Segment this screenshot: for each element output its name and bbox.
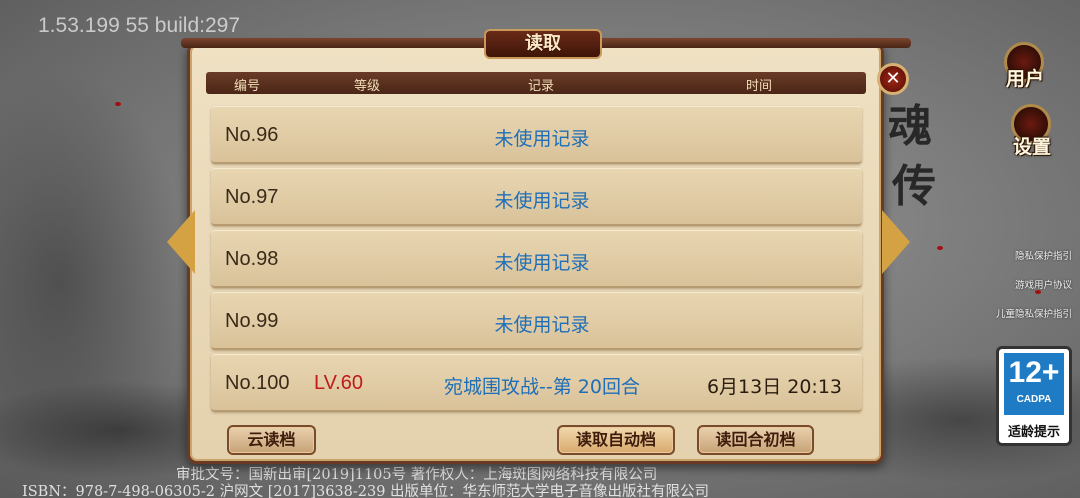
slot-time: 6月13日 20:13 [706,376,842,398]
slot-record: 未使用记录 [494,314,590,336]
save-slot-row[interactable]: No.97 未使用记录 [211,168,862,226]
slot-id: No.100 [225,372,290,394]
load-autosave-button[interactable]: 读取自动档 [557,425,675,455]
settings-label: 设置 [1012,136,1051,158]
blossom-decoration [937,246,943,250]
footer-isbn-text: ISBN：978-7-498-06305-2 沪网文 [2017]3638-23… [22,484,710,498]
slot-id: No.97 [225,186,279,208]
age-rating-tip: 适龄提示 [1007,425,1060,440]
age-rating-number: 12+ [1008,356,1060,389]
column-id: 编号 [234,79,261,94]
user-label: 用户 [1005,68,1044,90]
slot-record: 未使用记录 [494,190,590,212]
version-label: 1.53.199 55 build:297 [38,14,241,37]
calligraphy-decoration: 传 [892,161,936,212]
save-slot-row[interactable]: No.98 未使用记录 [211,230,862,288]
age-rating-icon: 12+ CADPA [1004,353,1064,415]
user-agreement-link[interactable]: 游戏用户协议 [1015,277,1072,291]
calligraphy-decoration: 魂 [888,101,932,152]
slot-level: LV.60 [314,372,363,394]
slot-record: 宛城围攻战--第 20回合 [444,376,640,398]
cloud-load-button[interactable]: 云读档 [227,425,316,455]
slot-record: 未使用记录 [494,128,590,150]
age-rating-org: CADPA [1016,394,1052,405]
save-slot-row[interactable]: No.99 未使用记录 [211,292,862,350]
column-time: 时间 [746,79,773,94]
slot-id: No.98 [225,248,279,270]
age-rating-badge[interactable]: 12+ CADPA 适龄提示 [996,346,1072,446]
privacy-policy-link[interactable]: 隐私保护指引 [1015,248,1072,262]
close-button[interactable]: ✕ [877,63,909,95]
dialog-title: 读取 [484,29,602,59]
blossom-decoration [115,102,121,106]
chevron-right-icon[interactable] [882,210,910,274]
save-slot-row[interactable]: No.96 未使用记录 [211,106,862,164]
load-turn-start-button[interactable]: 读回合初档 [697,425,814,455]
slot-record: 未使用记录 [494,252,590,274]
slot-id: No.96 [225,124,279,146]
slot-id: No.99 [225,310,279,332]
user-button[interactable]: 用户 [990,40,1060,100]
column-record: 记录 [528,79,555,94]
settings-button[interactable]: 设置 [997,102,1067,162]
chevron-left-icon[interactable] [167,210,195,274]
save-slot-row[interactable]: No.100 LV.60 宛城围攻战--第 20回合 6月13日 20:13 [211,354,862,412]
column-level: 等级 [354,79,381,94]
child-privacy-link[interactable]: 儿童隐私保护指引 [996,306,1072,320]
table-header: 编号 等级 记录 时间 [206,72,866,94]
